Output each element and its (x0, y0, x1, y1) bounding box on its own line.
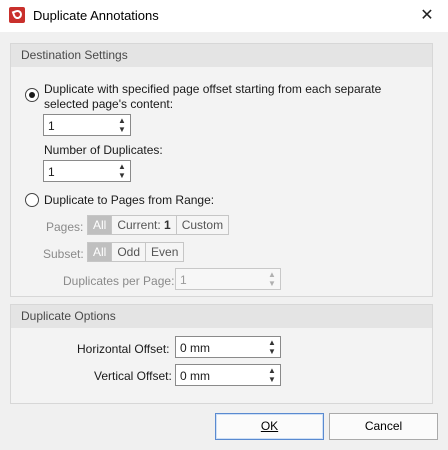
duplicates-per-page-label: Duplicates per Page: (63, 274, 175, 288)
page-offset-value: 1 (48, 119, 55, 133)
destination-settings-header: Destination Settings (11, 44, 432, 67)
page-offset-spinner[interactable]: 1 ▲ ▼ (43, 114, 131, 136)
app-icon (9, 7, 25, 23)
duplicates-per-page-spinner[interactable]: 1 ▲ ▼ (175, 268, 281, 290)
cancel-button[interactable]: Cancel (329, 413, 438, 440)
spinner-arrows-icon[interactable]: ▲ ▼ (267, 366, 277, 384)
close-icon[interactable]: ✕ (414, 4, 440, 28)
horizontal-offset-spinner[interactable]: 0 mm ▲ ▼ (175, 336, 281, 358)
subset-label: Subset: (43, 247, 84, 261)
subset-segmented-control[interactable]: All Odd Even (87, 242, 185, 262)
radio-page-offset[interactable] (25, 88, 39, 102)
pages-custom-option[interactable]: Custom (175, 216, 228, 234)
page-range-label: Duplicate to Pages from Range: (44, 193, 215, 207)
spinner-arrows-icon[interactable]: ▲ ▼ (117, 116, 127, 134)
horizontal-offset-value: 0 mm (180, 341, 210, 355)
pages-label: Pages: (46, 220, 84, 234)
ok-button[interactable]: OK (215, 413, 324, 440)
subset-odd-option[interactable]: Odd (111, 243, 145, 261)
spinner-arrows-icon[interactable]: ▲ ▼ (117, 162, 127, 180)
pages-current-option[interactable]: Current: 1 (111, 216, 175, 234)
spinner-arrows-icon[interactable]: ▲ ▼ (267, 270, 277, 288)
page-offset-label-line2: selected page's content: (44, 97, 174, 111)
pages-all-option[interactable]: All (88, 216, 112, 234)
num-duplicates-value: 1 (48, 165, 55, 179)
page-offset-label-line1: Duplicate with specified page offset sta… (44, 82, 382, 96)
spinner-arrows-icon[interactable]: ▲ ▼ (267, 338, 277, 356)
vertical-offset-label: Vertical Offset: (94, 369, 172, 383)
duplicate-options-header: Duplicate Options (11, 305, 432, 328)
pages-segmented-control[interactable]: All Current: 1 Custom (87, 215, 230, 235)
vertical-offset-value: 0 mm (180, 369, 210, 383)
radio-page-range[interactable] (25, 193, 39, 207)
title-bar: Duplicate Annotations ✕ (0, 0, 448, 32)
vertical-offset-spinner[interactable]: 0 mm ▲ ▼ (175, 364, 281, 386)
window-title: Duplicate Annotations (33, 8, 159, 23)
subset-even-option[interactable]: Even (145, 243, 183, 261)
subset-all-option[interactable]: All (88, 243, 112, 261)
duplicates-per-page-value: 1 (180, 273, 187, 287)
num-duplicates-spinner[interactable]: 1 ▲ ▼ (43, 160, 131, 182)
horizontal-offset-label: Horizontal Offset: (77, 342, 170, 356)
num-duplicates-label: Number of Duplicates: (44, 143, 163, 157)
